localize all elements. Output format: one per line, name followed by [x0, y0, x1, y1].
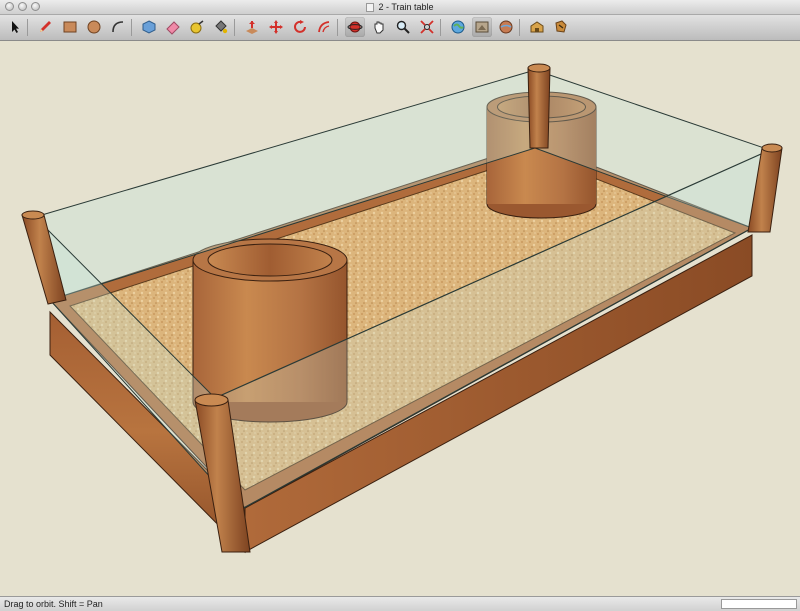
- document-icon: [366, 2, 375, 12]
- push-pull-icon: [246, 21, 258, 34]
- circle-icon: [87, 20, 101, 34]
- arc-tool[interactable]: [108, 17, 128, 37]
- measurements-box[interactable]: [721, 599, 797, 609]
- magnifier-icon: [396, 20, 410, 34]
- rotate-icon: [294, 20, 306, 33]
- globe-icon: [451, 20, 465, 34]
- orbit-icon: [347, 21, 363, 33]
- status-bar: Drag to orbit. Shift = Pan: [0, 596, 800, 611]
- zoom-extents-tool[interactable]: [417, 17, 437, 37]
- status-hint: Drag to orbit. Shift = Pan: [4, 599, 103, 609]
- train-table-model: [21, 63, 783, 554]
- zoom-tool[interactable]: [393, 17, 413, 37]
- pan-tool[interactable]: [369, 17, 389, 37]
- component-warehouse-tool[interactable]: [527, 17, 547, 37]
- eraser-icon: [166, 21, 180, 35]
- model-viewport[interactable]: [0, 41, 800, 596]
- push-pull-tool[interactable]: [242, 17, 262, 37]
- zoom-extents-icon: [420, 20, 434, 34]
- orbit-tool[interactable]: [345, 17, 365, 37]
- eraser-tool[interactable]: [163, 17, 183, 37]
- paint-bucket-tool[interactable]: [211, 17, 231, 37]
- move-tool[interactable]: [266, 17, 286, 37]
- google-earth-tool[interactable]: [496, 17, 516, 37]
- main-toolbar: [0, 15, 800, 41]
- component-icon: [142, 20, 156, 34]
- sketchup-window: 2 - Train table Drag to orbit. Shift = P…: [0, 0, 800, 611]
- share-model-tool[interactable]: [472, 17, 492, 37]
- extension-warehouse-tool[interactable]: [551, 17, 571, 37]
- arc-icon: [112, 21, 124, 33]
- rectangle-tool[interactable]: [60, 17, 80, 37]
- hand-icon: [374, 21, 384, 34]
- arrow-cursor-icon: [12, 21, 19, 33]
- rectangle-icon: [63, 21, 77, 33]
- window-title: 2 - Train table: [378, 2, 434, 12]
- tape-measure-tool[interactable]: [187, 17, 207, 37]
- offset-icon: [318, 21, 330, 33]
- circle-tool[interactable]: [84, 17, 104, 37]
- warehouse-icon: [530, 21, 544, 33]
- offset-tool[interactable]: [314, 17, 334, 37]
- paint-bucket-icon: [215, 20, 228, 34]
- pencil-icon: [40, 21, 51, 32]
- get-models-tool[interactable]: [448, 17, 468, 37]
- make-component-tool[interactable]: [139, 17, 159, 37]
- close-window-button[interactable]: [5, 2, 14, 11]
- minimize-window-button[interactable]: [18, 2, 27, 11]
- zoom-window-button[interactable]: [31, 2, 40, 11]
- select-tool[interactable]: [5, 17, 25, 37]
- rotate-tool[interactable]: [290, 17, 310, 37]
- earth-icon: [499, 20, 513, 34]
- pencil-tool[interactable]: [35, 17, 55, 37]
- title-bar: 2 - Train table: [0, 0, 800, 15]
- tape-measure-icon: [190, 20, 204, 34]
- extension-icon: [555, 20, 567, 33]
- move-icon: [269, 20, 283, 34]
- share-model-icon: [475, 21, 489, 33]
